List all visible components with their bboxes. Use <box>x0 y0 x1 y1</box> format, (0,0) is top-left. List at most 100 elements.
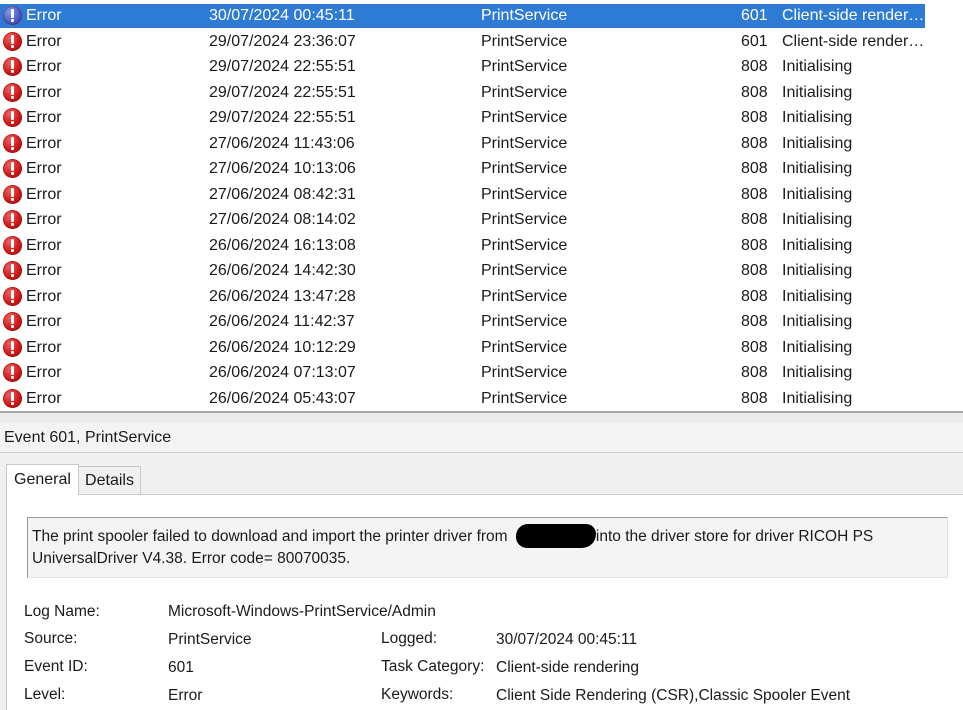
event-level: Error <box>26 262 62 279</box>
event-list[interactable]: Error 30/07/2024 00:45:11 PrintService 601 C… <box>0 0 963 411</box>
event-row[interactable]: Error 26/06/2024 13:47:28 PrintService 808 I… <box>0 284 963 309</box>
event-level: Error <box>26 160 62 177</box>
event-source: PrintService <box>481 390 568 407</box>
event-level: Error <box>26 237 62 254</box>
event-id: 601 <box>741 7 768 24</box>
event-task-category: Initialising <box>782 109 853 126</box>
level-value: Error <box>168 687 203 704</box>
error-icon <box>3 83 22 102</box>
event-date-time: 26/06/2024 14:42:30 <box>209 262 356 279</box>
event-source: PrintService <box>481 288 568 305</box>
source-label: Source: <box>24 630 78 647</box>
event-row[interactable]: Error 27/06/2024 08:14:02 PrintService 808 I… <box>0 207 963 232</box>
tab-general[interactable]: General <box>6 464 79 495</box>
event-date-time: 26/06/2024 11:42:37 <box>209 313 355 330</box>
event-date-time: 26/06/2024 16:13:08 <box>209 237 356 254</box>
tab-details[interactable]: Details <box>79 466 141 494</box>
event-row[interactable]: Error 29/07/2024 23:36:07 PrintService 601 C… <box>0 29 963 54</box>
event-date-time: 26/06/2024 13:47:28 <box>209 288 356 305</box>
event-level: Error <box>26 135 62 152</box>
event-row[interactable]: Error 26/06/2024 07:13:07 PrintService 808 I… <box>0 360 963 385</box>
event-row[interactable]: Error 26/06/2024 05:43:07 PrintService 808 I… <box>0 386 963 411</box>
event-source: PrintService <box>481 211 568 228</box>
pane-splitter[interactable] <box>0 411 963 423</box>
event-source: PrintService <box>481 109 568 126</box>
error-icon <box>3 6 22 25</box>
event-row[interactable]: Error 26/06/2024 10:12:29 PrintService 808 I… <box>0 335 963 360</box>
event-task-category: Initialising <box>782 237 853 254</box>
error-icon <box>3 236 22 255</box>
task-category-label: Task Category: <box>381 658 485 675</box>
event-task-category: Initialising <box>782 160 853 177</box>
event-source: PrintService <box>481 160 568 177</box>
event-row[interactable]: Error 26/06/2024 16:13:08 PrintService 808 I… <box>0 233 963 258</box>
event-date-time: 30/07/2024 00:45:11 <box>209 7 355 24</box>
event-row[interactable]: Error 26/06/2024 14:42:30 PrintService 808 I… <box>0 258 963 283</box>
event-task-category: Initialising <box>782 288 853 305</box>
event-row[interactable]: Error 29/07/2024 22:55:51 PrintService 808 I… <box>0 105 963 130</box>
event-source: PrintService <box>481 313 568 330</box>
event-row[interactable]: Error 29/07/2024 22:55:51 PrintService 808 I… <box>0 80 963 105</box>
event-row[interactable]: Error 27/06/2024 10:13:06 PrintService 808 I… <box>0 156 963 181</box>
event-source: PrintService <box>481 364 568 381</box>
event-description[interactable]: The print spooler failed to download and… <box>27 517 948 578</box>
event-id: 808 <box>741 262 768 279</box>
event-source: PrintService <box>481 237 568 254</box>
event-id: 808 <box>741 84 768 101</box>
event-row[interactable]: Error 27/06/2024 08:42:31 PrintService 808 I… <box>0 182 963 207</box>
event-date-time: 29/07/2024 23:36:07 <box>209 33 356 50</box>
event-id: 808 <box>741 135 768 152</box>
event-date-time: 27/06/2024 10:13:06 <box>209 160 356 177</box>
event-id: 808 <box>741 313 768 330</box>
error-icon <box>3 363 22 382</box>
task-category-value: Client-side rendering <box>496 659 640 676</box>
event-task-category: Initialising <box>782 186 853 203</box>
event-source: PrintService <box>481 7 568 24</box>
event-viewer-window: Error 30/07/2024 00:45:11 PrintService 601 C… <box>0 0 963 710</box>
event-id: 808 <box>741 288 768 305</box>
error-icon <box>3 287 22 306</box>
event-source: PrintService <box>481 84 568 101</box>
event-source: PrintService <box>481 58 568 75</box>
event-task-category: Initialising <box>782 339 853 356</box>
event-id: 808 <box>741 390 768 407</box>
event-id-value: 601 <box>168 659 194 676</box>
event-level: Error <box>26 364 62 381</box>
event-id: 808 <box>741 339 768 356</box>
error-icon <box>3 210 22 229</box>
error-icon <box>3 261 22 280</box>
event-id: 808 <box>741 364 768 381</box>
event-task-category: Initialising <box>782 262 853 279</box>
event-level: Error <box>26 7 62 24</box>
event-task-category: Initialising <box>782 58 853 75</box>
event-id: 808 <box>741 58 768 75</box>
event-row[interactable]: Error 27/06/2024 11:43:06 PrintService 808 I… <box>0 131 963 156</box>
event-date-time: 29/07/2024 22:55:51 <box>209 84 356 101</box>
log-name-label: Log Name: <box>24 603 100 620</box>
event-task-category: Initialising <box>782 211 853 228</box>
event-task-category: Client-side render… <box>782 33 925 50</box>
event-id: 808 <box>741 186 768 203</box>
event-task-category: Initialising <box>782 135 853 152</box>
error-icon <box>3 108 22 127</box>
logged-label: Logged: <box>381 630 438 647</box>
event-id: 601 <box>741 33 768 50</box>
event-row[interactable]: Error 29/07/2024 22:55:51 PrintService 808 I… <box>0 54 963 79</box>
error-icon <box>3 134 22 153</box>
event-date-time: 29/07/2024 22:55:51 <box>209 109 356 126</box>
event-task-category: Client-side render… <box>782 7 925 24</box>
keywords-value: Client Side Rendering (CSR),Classic Spoo… <box>496 687 851 704</box>
event-source: PrintService <box>481 186 568 203</box>
event-level: Error <box>26 186 62 203</box>
event-id-label: Event ID: <box>24 658 88 675</box>
event-date-time: 26/06/2024 10:12:29 <box>209 339 356 356</box>
event-level: Error <box>26 339 62 356</box>
event-source: PrintService <box>481 135 568 152</box>
error-icon <box>3 57 22 76</box>
redaction-mark <box>515 524 596 548</box>
event-row[interactable]: Error 26/06/2024 11:42:37 PrintService 808 I… <box>0 309 963 334</box>
event-source: PrintService <box>481 339 568 356</box>
event-task-category: Initialising <box>782 364 853 381</box>
event-row[interactable]: Error 30/07/2024 00:45:11 PrintService 601 C… <box>0 3 963 28</box>
event-task-category: Initialising <box>782 84 853 101</box>
